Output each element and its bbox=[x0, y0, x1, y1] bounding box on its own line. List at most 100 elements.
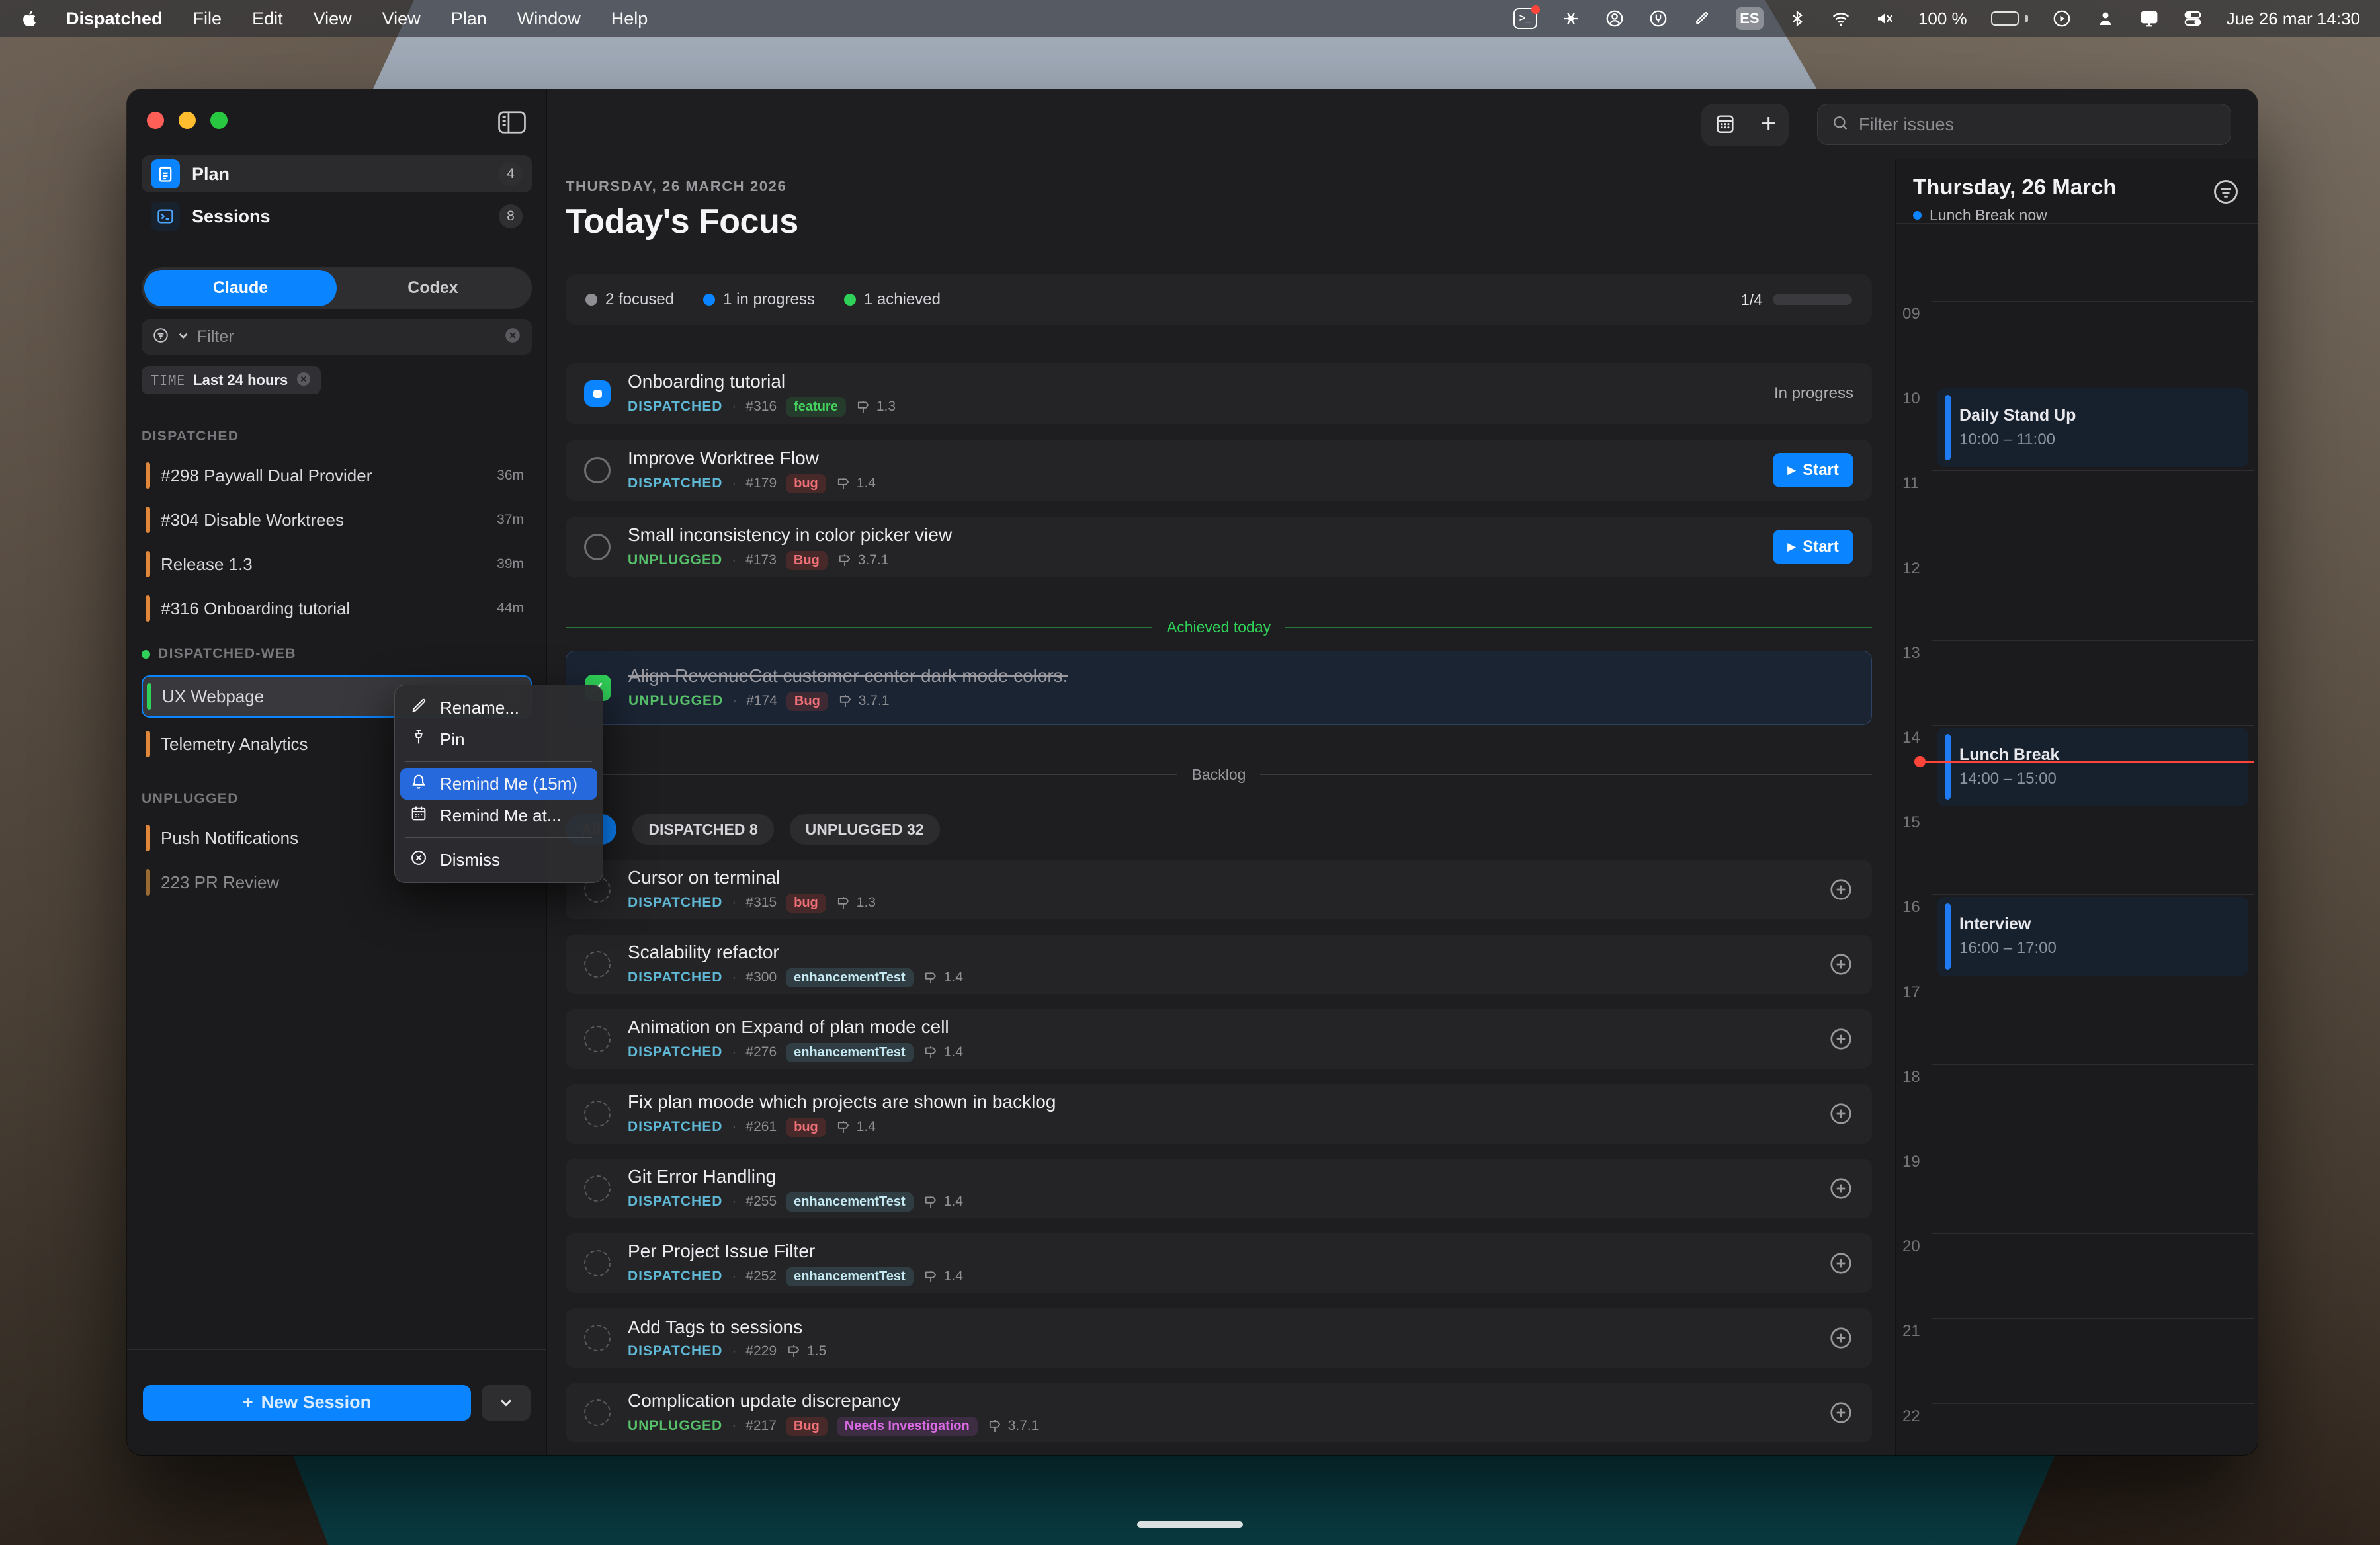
minimize-window-button[interactable] bbox=[179, 112, 196, 129]
display-icon[interactable] bbox=[2139, 7, 2159, 30]
calendar-event[interactable]: Interview16:00 – 17:00 bbox=[1937, 897, 2248, 976]
remove-time-filter-icon[interactable] bbox=[296, 371, 312, 390]
menu-item-help[interactable]: Help bbox=[611, 9, 648, 29]
zoom-window-button[interactable] bbox=[210, 112, 228, 129]
play-circle-icon[interactable] bbox=[2052, 7, 2072, 30]
context-menu-item[interactable]: Remind Me at... bbox=[400, 800, 597, 831]
backlog-task-row[interactable]: Animation on Expand of plan mode cellDIS… bbox=[566, 1009, 1872, 1069]
user-icon[interactable] bbox=[2096, 7, 2115, 30]
focus-task-row[interactable]: Onboarding tutorialDISPATCHED·#316featur… bbox=[566, 363, 1872, 424]
segment-claude[interactable]: Claude bbox=[144, 270, 337, 306]
menu-item-edit[interactable]: Edit bbox=[252, 9, 283, 29]
sidebar-nav-plan[interactable]: Plan4 bbox=[142, 155, 532, 192]
segment-codex[interactable]: Codex bbox=[337, 270, 529, 306]
context-menu-item[interactable]: Rename... bbox=[400, 692, 597, 724]
add-to-focus-icon[interactable] bbox=[1828, 1325, 1853, 1351]
control-center-icon[interactable] bbox=[2183, 7, 2203, 30]
backlog-task-row[interactable]: Fix plan moode which projects are shown … bbox=[566, 1084, 1872, 1144]
hour-gridline bbox=[1932, 640, 2254, 641]
task-checkbox[interactable] bbox=[584, 1175, 611, 1202]
session-item[interactable]: #316 Onboarding tutorial44m bbox=[142, 591, 532, 626]
add-to-focus-icon[interactable] bbox=[1828, 1251, 1853, 1276]
task-checkbox[interactable] bbox=[584, 1026, 611, 1052]
menu-item-plan[interactable]: Plan bbox=[451, 9, 487, 29]
close-window-button[interactable] bbox=[147, 112, 164, 129]
focus-task-row[interactable]: Small inconsistency in color picker view… bbox=[566, 517, 1872, 577]
home-indicator[interactable] bbox=[1137, 1521, 1243, 1528]
session-item[interactable]: Release 1.339m bbox=[142, 546, 532, 582]
task-checkbox[interactable] bbox=[584, 534, 611, 560]
session-item[interactable]: #304 Disable Worktrees37m bbox=[142, 502, 532, 538]
sidebar-filter-input[interactable] bbox=[197, 327, 499, 347]
task-checkbox[interactable] bbox=[584, 1250, 611, 1276]
add-to-focus-icon[interactable] bbox=[1828, 1026, 1853, 1052]
focus-task-row[interactable]: Improve Worktree FlowDISPATCHED·#179bug1… bbox=[566, 440, 1872, 501]
wifi-icon[interactable] bbox=[1831, 7, 1851, 30]
backlog-divider-label: Backlog bbox=[1192, 766, 1246, 784]
backlog-task-row[interactable]: Add Tags to sessionsDISPATCHED·#2291.5 bbox=[566, 1308, 1872, 1368]
chevron-down-icon[interactable] bbox=[175, 327, 192, 347]
backlog-chip[interactable]: UNPLUGGED 32 bbox=[790, 814, 940, 845]
session-color-bar bbox=[147, 683, 151, 710]
backlog-task-row[interactable]: Complication update discrepancyUNPLUGGED… bbox=[566, 1383, 1872, 1442]
task-meta: DISPATCHED·#252enhancementTest1.4 bbox=[628, 1267, 1811, 1286]
backlog-task-row[interactable]: Cursor on terminalDISPATCHED·#315bug1.3 bbox=[566, 860, 1872, 919]
sidebar-filter-field[interactable] bbox=[142, 319, 532, 355]
apple-logo-icon[interactable] bbox=[20, 9, 40, 28]
add-to-focus-icon[interactable] bbox=[1828, 1400, 1853, 1425]
task-checkbox-in-progress[interactable] bbox=[584, 380, 611, 407]
pen-icon[interactable] bbox=[1692, 7, 1712, 30]
context-menu-item[interactable]: Dismiss bbox=[400, 844, 597, 876]
person-circle-icon[interactable] bbox=[1605, 7, 1625, 30]
add-to-focus-icon[interactable] bbox=[1828, 1176, 1853, 1201]
context-menu-item[interactable]: Pin bbox=[400, 724, 597, 755]
menu-item-view[interactable]: View bbox=[382, 9, 421, 29]
menu-item-file[interactable]: File bbox=[193, 9, 222, 29]
task-checkbox[interactable] bbox=[584, 1325, 611, 1351]
new-session-options-button[interactable] bbox=[482, 1385, 531, 1421]
backlog-task-row[interactable]: Per Project Issue FilterDISPATCHED·#252e… bbox=[566, 1233, 1872, 1293]
add-to-focus-icon[interactable] bbox=[1828, 877, 1853, 902]
backlog-task-row[interactable]: Scalability refactorDISPATCHED·#300enhan… bbox=[566, 935, 1872, 994]
task-badge: feature bbox=[786, 397, 846, 417]
context-menu-item[interactable]: Remind Me (15m) bbox=[400, 768, 597, 800]
add-to-focus-icon[interactable] bbox=[1828, 1101, 1853, 1126]
bluetooth-icon[interactable] bbox=[1787, 7, 1807, 30]
session-item[interactable]: #298 Paywall Dual Provider36m bbox=[142, 458, 532, 493]
menu-item-window[interactable]: Window bbox=[517, 9, 581, 29]
task-title: Add Tags to sessions bbox=[628, 1317, 1811, 1338]
add-to-focus-icon[interactable] bbox=[1828, 952, 1853, 977]
menu-app-name[interactable]: Dispatched bbox=[66, 9, 163, 29]
menu-clock[interactable]: Jue 26 mar 14:30 bbox=[2227, 9, 2360, 29]
task-meta: DISPATCHED·#315bug1.3 bbox=[628, 894, 1811, 913]
menu-status-area: >_ ES 100 % Jue 26 mar 14:30 bbox=[1513, 7, 2360, 30]
pin-icon bbox=[409, 728, 428, 751]
sidebar-toggle-icon[interactable] bbox=[495, 108, 529, 137]
menu-item-view[interactable]: View bbox=[314, 9, 352, 29]
calendar-event[interactable]: Lunch Break14:00 – 15:00 bbox=[1937, 728, 2248, 806]
new-session-button[interactable]: + New Session bbox=[143, 1385, 471, 1421]
achieved-task-row[interactable]: ✓Align RevenueCat customer center dark m… bbox=[566, 651, 1872, 725]
task-queue-label: DISPATCHED bbox=[628, 399, 722, 415]
calendar-event[interactable]: Daily Stand Up10:00 – 11:00 bbox=[1937, 388, 2248, 467]
fan-icon[interactable] bbox=[1561, 7, 1581, 30]
mute-icon[interactable] bbox=[1875, 7, 1894, 30]
task-checkbox[interactable] bbox=[584, 1101, 611, 1127]
keyboard-layout-badge[interactable]: ES bbox=[1736, 7, 1764, 30]
search-input[interactable] bbox=[1859, 114, 2217, 135]
terminal-status-icon[interactable]: >_ bbox=[1513, 8, 1537, 29]
clear-filter-icon[interactable] bbox=[504, 327, 521, 347]
time-filter-chip[interactable]: TIME Last 24 hours bbox=[142, 366, 321, 394]
start-button[interactable]: ▶Start bbox=[1773, 453, 1853, 487]
backlog-chip[interactable]: DISPATCHED 8 bbox=[632, 814, 773, 845]
calendar-filter-icon[interactable] bbox=[2211, 177, 2240, 206]
focus-stat: 2 focused bbox=[585, 290, 674, 309]
backlog-task-row[interactable]: Git Error HandlingDISPATCHED·#255enhance… bbox=[566, 1159, 1872, 1218]
battery-icon[interactable] bbox=[1991, 7, 2028, 30]
task-checkbox[interactable] bbox=[584, 951, 611, 978]
task-checkbox[interactable] bbox=[584, 457, 611, 483]
start-button[interactable]: ▶Start bbox=[1773, 530, 1853, 564]
fork-icon[interactable] bbox=[1648, 7, 1668, 30]
sidebar-nav-sessions[interactable]: Sessions8 bbox=[142, 198, 532, 235]
task-checkbox[interactable] bbox=[584, 1399, 611, 1426]
